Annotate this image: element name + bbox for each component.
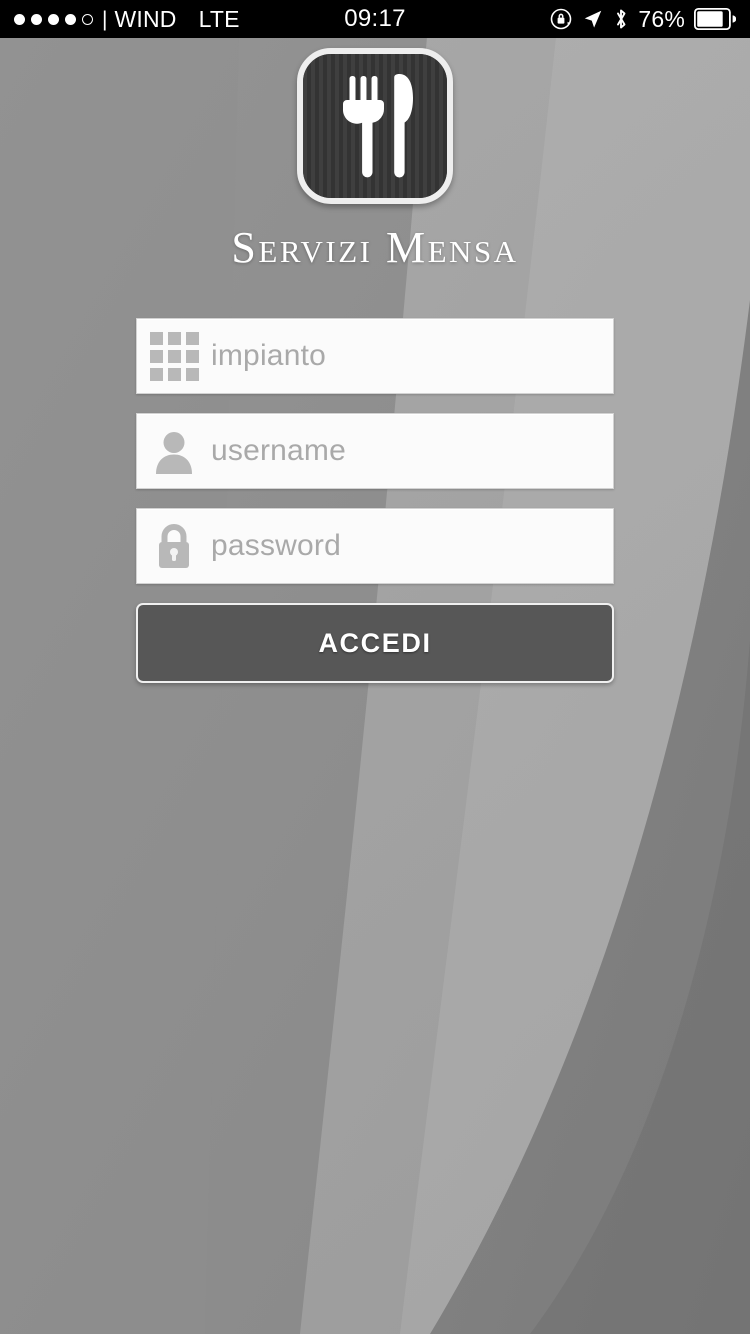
username-placeholder: username bbox=[211, 434, 347, 467]
signal-dot-5 bbox=[82, 13, 93, 25]
login-form: impianto username password ACCEDI bbox=[136, 318, 614, 683]
status-bar-left: | WIND LTE bbox=[0, 6, 344, 33]
location-arrow-icon bbox=[582, 8, 604, 30]
login-button[interactable]: ACCEDI bbox=[136, 603, 614, 683]
person-icon bbox=[137, 428, 211, 474]
app-logo bbox=[297, 48, 453, 204]
impianto-field[interactable]: impianto bbox=[136, 318, 614, 394]
status-bar-center: 09:17 bbox=[344, 5, 406, 33]
status-bar-right: 76% bbox=[406, 6, 750, 33]
battery-icon bbox=[694, 8, 736, 30]
username-field[interactable]: username bbox=[136, 413, 614, 489]
signal-dot-4 bbox=[65, 13, 76, 25]
password-placeholder: password bbox=[211, 529, 341, 562]
network-mode: LTE bbox=[198, 5, 240, 32]
signal-dot-3 bbox=[48, 13, 59, 25]
login-screen: | WIND LTE 09:17 76% Servizi Mensa impia… bbox=[0, 0, 750, 1334]
carrier-separator: | bbox=[102, 7, 108, 31]
carrier-name: WIND bbox=[114, 5, 177, 32]
branding-block: Servizi Mensa bbox=[0, 48, 750, 273]
signal-strength-dots bbox=[14, 13, 93, 25]
clock: 09:17 bbox=[344, 5, 406, 32]
battery-percentage: 76% bbox=[638, 5, 685, 32]
impianto-placeholder: impianto bbox=[211, 339, 326, 372]
status-bar: | WIND LTE 09:17 76% bbox=[0, 0, 750, 38]
rotation-lock-icon bbox=[549, 7, 573, 31]
signal-dot-1 bbox=[14, 13, 25, 25]
login-button-label: ACCEDI bbox=[318, 627, 432, 658]
bluetooth-icon bbox=[613, 7, 629, 31]
signal-dot-2 bbox=[31, 13, 42, 25]
grid-icon bbox=[137, 331, 211, 381]
lock-icon bbox=[137, 522, 211, 570]
page-title: Servizi Mensa bbox=[231, 223, 519, 272]
fork-and-knife-icon bbox=[342, 74, 413, 178]
password-field[interactable]: password bbox=[136, 508, 614, 584]
